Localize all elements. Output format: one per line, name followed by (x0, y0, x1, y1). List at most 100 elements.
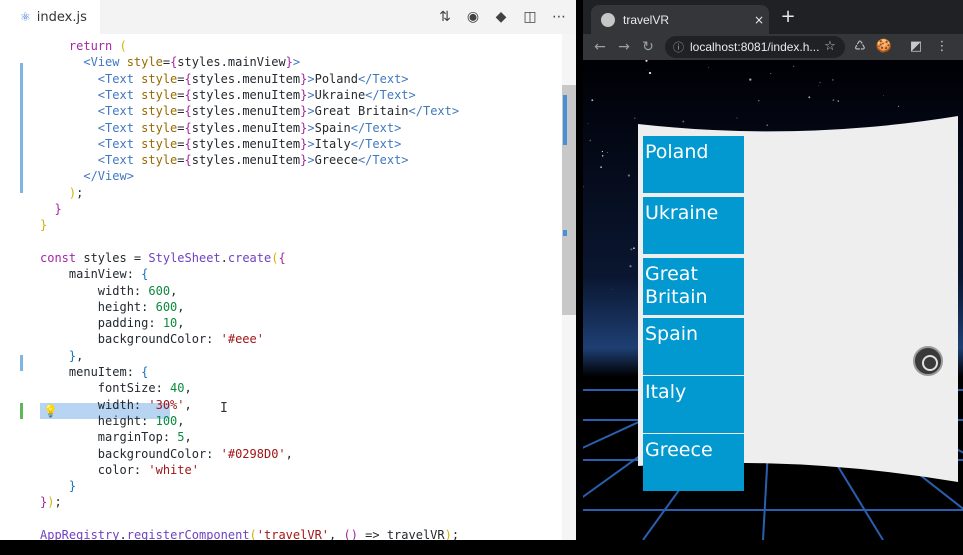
tab-index-js[interactable]: ⚛ index.js (0, 0, 100, 34)
browser-tab-title: travelVR (623, 12, 670, 27)
overview-ruler-mark (563, 95, 567, 145)
gutter-added-marker (20, 403, 23, 419)
code-line: } (40, 201, 61, 217)
lightbulb-icon[interactable]: 💡 (43, 403, 58, 419)
code-token: ; (54, 495, 62, 510)
code-token: { (141, 365, 149, 379)
vr-menu-item-label: Great (645, 263, 698, 285)
star (611, 288, 613, 290)
vr-scene[interactable]: Poland Ukraine Great Britain Spain Italy Greec… (583, 60, 963, 540)
star (793, 65, 795, 67)
code-token: style (141, 120, 178, 135)
code-line: height: 100, (40, 413, 185, 429)
code-line: <View style={styles.mainView}> (40, 54, 300, 70)
code-line: } (40, 217, 47, 233)
code-line: <Text style={styles.menuItem}>Ukraine</T… (40, 87, 416, 103)
bookmark-star-icon[interactable]: ☆ (821, 38, 839, 56)
code-token: , (170, 283, 178, 298)
code-token: <Text (40, 120, 142, 135)
open-preview-icon[interactable]: ◉ (464, 8, 482, 26)
code-token: 600 (155, 299, 178, 314)
compare-changes-icon[interactable]: ⇅ (436, 8, 454, 26)
code-line: return ( (40, 38, 127, 54)
code-token: style (126, 55, 163, 70)
vr-menu-item: Poland (643, 136, 744, 193)
code-token: > (307, 104, 315, 119)
code-token: create (227, 250, 272, 265)
code-token: mainView: (40, 267, 142, 282)
star (601, 150, 604, 153)
star (606, 151, 608, 154)
code-token: style (141, 71, 178, 86)
star (897, 105, 900, 108)
browser-tab-bar: travelVR × + (583, 0, 963, 34)
vr-menu-item: Italy (643, 376, 744, 433)
code-token: > (307, 120, 315, 135)
code-token: ; (76, 185, 84, 200)
code-editor[interactable]: ⚛ index.js ⇅ ◉ ◆ ◫ ⋯ return ( <View styl… (0, 0, 576, 540)
code-token: > (307, 153, 315, 168)
forward-button[interactable]: → (615, 37, 633, 57)
back-button[interactable]: ← (591, 37, 609, 57)
code-token: => travelVR (357, 528, 445, 540)
cookie-extension-icon[interactable]: 🍪 (875, 38, 893, 56)
code-token: fontSize: (40, 381, 171, 396)
code-token: </Text> (357, 71, 409, 86)
code-token: styles.menuItem (191, 136, 301, 151)
code-token: Great Britain (314, 104, 409, 119)
code-token: style (141, 104, 178, 119)
profile-avatar-icon[interactable]: ◩ (907, 38, 925, 56)
code-token: 40 (170, 381, 185, 396)
split-editor-icon[interactable]: ◫ (521, 8, 539, 26)
reload-button[interactable]: ↻ (639, 37, 657, 57)
star (766, 124, 768, 126)
code-token: menuItem: (40, 365, 142, 379)
code-token: { (184, 71, 192, 86)
code-token: = (177, 71, 185, 86)
star (758, 99, 760, 102)
bottom-border (0, 540, 963, 555)
extension-icon[interactable]: ♺ (851, 38, 869, 56)
new-tab-button[interactable]: + (779, 8, 797, 26)
git-icon[interactable]: ◆ (492, 8, 510, 26)
star (818, 85, 819, 87)
browser-tab[interactable]: travelVR × (591, 5, 769, 34)
star (646, 69, 648, 71)
address-url: localhost:8081/index.h... (690, 40, 820, 54)
more-actions-icon[interactable]: ⋯ (550, 8, 568, 26)
star (627, 174, 631, 177)
close-tab-icon[interactable]: × (749, 13, 769, 27)
code-token: padding: (40, 316, 163, 331)
browser-menu-icon[interactable]: ⋮ (933, 38, 951, 56)
code-line: } (40, 478, 76, 494)
code-token: <Text (40, 87, 142, 102)
code-token: marginTop: (40, 430, 178, 445)
star (633, 117, 636, 119)
address-bar[interactable]: ⓘ localhost:8081/index.h... (665, 36, 845, 58)
star (736, 117, 738, 119)
editor-tab-bar: ⚛ index.js ⇅ ◉ ◆ ◫ ⋯ (0, 0, 576, 34)
code-token: style (141, 87, 178, 102)
code-line: <Text style={styles.menuItem}>Italy</Tex… (40, 136, 402, 152)
code-token: ) (40, 185, 77, 200)
vr-menu: Poland Ukraine GreatBritain Spain Italy Greec… (643, 136, 744, 491)
code-token: </Text> (350, 120, 402, 135)
code-token: = (162, 55, 171, 70)
code-token: } (285, 55, 293, 70)
site-info-icon[interactable]: ⓘ (673, 39, 684, 55)
code-line: color: 'white' (40, 462, 199, 478)
star (648, 71, 652, 75)
code-line: }); (40, 494, 62, 510)
code-token: , (177, 316, 185, 331)
code-token: style (141, 136, 178, 151)
code-token: Italy (314, 136, 351, 151)
code-line: backgroundColor: '#0298D0', (40, 446, 293, 462)
code-token: <View (40, 55, 127, 70)
vr-navigation-icon[interactable] (913, 346, 943, 376)
code-token: , (285, 446, 293, 461)
code-area[interactable]: return ( <View style={styles.mainView}> … (0, 34, 576, 540)
code-token: <Text (40, 104, 142, 119)
code-token: styles.menuItem (191, 120, 301, 135)
code-token: width: (40, 283, 149, 298)
code-token: Poland (314, 71, 358, 86)
